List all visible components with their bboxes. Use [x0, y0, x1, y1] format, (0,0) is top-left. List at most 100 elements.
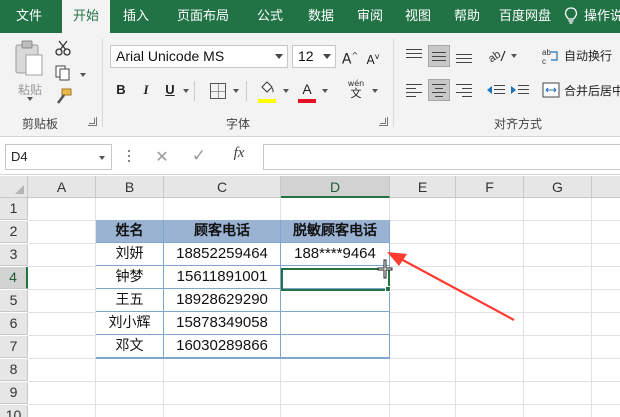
select-all-button[interactable] [0, 176, 28, 198]
cell-name[interactable]: 钟梦 [96, 266, 164, 289]
row-header-6[interactable]: 6 [0, 313, 28, 335]
underline-dropdown-icon[interactable] [183, 89, 189, 93]
enter-icon[interactable]: ✓ [190, 146, 208, 166]
col-header-d[interactable]: D [281, 176, 390, 198]
clipboard-icon [15, 40, 43, 76]
group-divider [393, 39, 394, 127]
italic-button[interactable]: I [138, 81, 154, 99]
red-arrow-icon [387, 252, 515, 321]
col-header-c[interactable]: C [164, 176, 281, 198]
cell-name[interactable]: 邓文 [96, 335, 164, 358]
clipboard-launcher-icon[interactable] [88, 117, 97, 126]
header-masked-phone[interactable]: 脱敏顾客电话 [281, 220, 390, 243]
cell-name[interactable]: 王五 [96, 289, 164, 312]
wrap-text-button[interactable]: ab c 自动换行 [542, 45, 620, 67]
insert-function-icon[interactable]: fx [229, 145, 249, 162]
format-painter-icon[interactable] [54, 88, 72, 106]
row-header-2[interactable]: 2 [0, 221, 28, 243]
cell-masked-phone[interactable] [281, 335, 390, 358]
row-header-1[interactable]: 1 [0, 198, 28, 220]
borders-icon[interactable] [210, 83, 226, 99]
increase-font-size-icon[interactable]: A^ [341, 47, 359, 69]
font-launcher-icon[interactable] [379, 117, 388, 126]
tab-formulas[interactable]: 公式 [246, 0, 294, 33]
formula-bar-splitter[interactable] [128, 148, 131, 166]
cell-phone[interactable]: 15611891001 [164, 266, 281, 289]
cell-masked-phone[interactable]: 188****9464 [281, 243, 390, 266]
header-name[interactable]: 姓名 [96, 220, 164, 243]
active-cell-selection[interactable] [281, 268, 390, 291]
row-header-7[interactable]: 7 [0, 336, 28, 358]
tab-data[interactable]: 数据 [297, 0, 345, 33]
copy-dropdown-icon[interactable] [80, 73, 86, 77]
gridline [591, 198, 592, 417]
cell-masked-phone[interactable] [281, 312, 390, 335]
col-header-a[interactable]: A [28, 176, 96, 198]
cell-name[interactable]: 刘妍 [96, 243, 164, 266]
underline-button[interactable]: U [162, 81, 178, 99]
font-name-select[interactable]: Arial Unicode MS [110, 45, 288, 68]
chevron-down-icon [323, 54, 331, 59]
name-box[interactable]: D4 [5, 144, 112, 170]
font-size-select[interactable]: 12 [292, 45, 336, 68]
row-header-10[interactable]: 10 [0, 405, 28, 417]
cell-phone[interactable]: 15878349058 [164, 312, 281, 335]
orientation-dropdown-icon[interactable] [511, 54, 517, 58]
align-middle-button[interactable] [428, 45, 450, 67]
col-header-f[interactable]: F [456, 176, 524, 198]
align-center-button[interactable] [428, 79, 450, 101]
row-header-9[interactable]: 9 [0, 382, 28, 404]
fill-color-icon[interactable] [258, 79, 276, 103]
col-header-h[interactable] [592, 176, 620, 198]
increase-indent-button[interactable] [509, 79, 531, 101]
cell-phone[interactable]: 18852259464 [164, 243, 281, 266]
bold-button[interactable]: B [112, 81, 130, 99]
cell-name[interactable]: 刘小辉 [96, 312, 164, 335]
header-phone[interactable]: 顾客电话 [164, 220, 281, 243]
cancel-icon[interactable]: ✕ [153, 147, 171, 166]
orientation-icon[interactable]: ab [486, 46, 508, 66]
tab-insert[interactable]: 插入 [113, 0, 159, 33]
formula-input[interactable] [263, 144, 620, 170]
tab-view[interactable]: 视图 [395, 0, 441, 33]
row-header-4[interactable]: 4 [0, 267, 28, 289]
row-header-3[interactable]: 3 [0, 244, 28, 266]
font-color-icon[interactable]: A [298, 79, 316, 103]
merge-center-label: 合并后居中 [564, 84, 620, 98]
phonetic-icon[interactable]: wén 文 [345, 79, 367, 101]
fill-color-dropdown-icon[interactable] [283, 89, 289, 93]
tab-baidu-pan[interactable]: 百度网盘 [490, 0, 560, 33]
cell-masked-phone[interactable] [281, 289, 390, 312]
col-header-g[interactable]: G [524, 176, 592, 198]
font-color-dropdown-icon[interactable] [322, 89, 328, 93]
tab-home[interactable]: 开始 [62, 0, 110, 33]
lightbulb-icon[interactable] [564, 7, 578, 25]
tab-review[interactable]: 审阅 [347, 0, 393, 33]
row-header-5[interactable]: 5 [0, 290, 28, 312]
phonetic-dropdown-icon[interactable] [372, 89, 378, 93]
align-bottom-button[interactable] [453, 45, 475, 67]
cut-icon[interactable] [54, 39, 72, 57]
paste-button[interactable]: 粘贴 [12, 39, 48, 101]
col-header-b[interactable]: B [96, 176, 164, 198]
tab-tell-me[interactable]: 操作说 [584, 0, 620, 33]
cell-phone[interactable]: 18928629290 [164, 289, 281, 312]
decrease-font-size-icon[interactable]: Av [365, 48, 381, 69]
col-header-e[interactable]: E [390, 176, 456, 198]
gridline [28, 381, 620, 382]
tab-page-layout[interactable]: 页面布局 [162, 0, 244, 33]
align-right-button[interactable] [453, 79, 475, 101]
worksheet-grid[interactable]: A B C D E F G 1 2 3 4 5 6 7 8 9 10 姓名 顾客… [0, 176, 620, 417]
borders-dropdown-icon[interactable] [233, 89, 239, 93]
align-left-button[interactable] [403, 79, 425, 101]
copy-icon[interactable] [54, 64, 72, 82]
decrease-font-glyph: A [366, 53, 375, 67]
align-top-button[interactable] [403, 45, 425, 67]
divider [246, 81, 247, 101]
decrease-indent-button[interactable] [485, 79, 507, 101]
row-header-8[interactable]: 8 [0, 359, 28, 381]
tab-help[interactable]: 帮助 [444, 0, 490, 33]
tab-file[interactable]: 文件 [0, 0, 58, 33]
cell-phone[interactable]: 16030289866 [164, 335, 281, 358]
merge-center-button[interactable]: 合并后居中 [542, 80, 620, 102]
